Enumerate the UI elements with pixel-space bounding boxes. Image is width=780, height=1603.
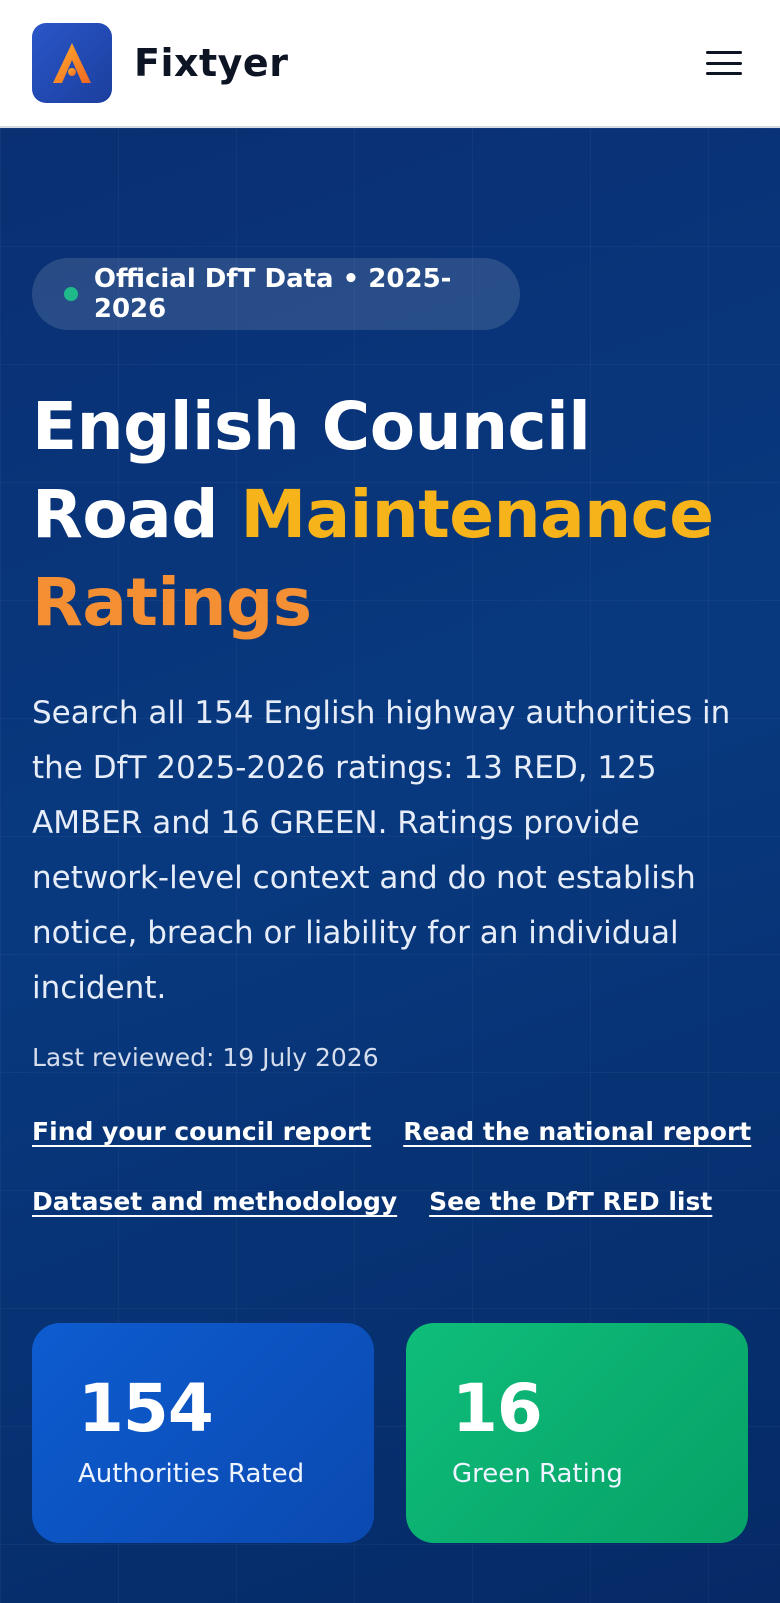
stat-value: 16 — [452, 1370, 543, 1447]
stat-value: 154 — [78, 1370, 214, 1447]
dft-red-list-link[interactable]: See the DfT RED list — [429, 1183, 712, 1221]
stat-label: Authorities Rated — [78, 1459, 305, 1489]
national-report-link[interactable]: Read the national report — [403, 1113, 751, 1151]
stats-cards: 154 Authorities Rated 16 Green Rating — [32, 1323, 748, 1543]
page-title: English Council Road Maintenance Ratings — [32, 383, 752, 647]
title-part-3: nance — [493, 476, 714, 553]
hero-description: Search all 154 English highway authoriti… — [32, 695, 731, 1006]
stat-card-green: 16 Green Rating — [406, 1323, 748, 1543]
hamburger-menu-icon[interactable] — [700, 43, 748, 83]
title-part-4: Ratings — [32, 564, 312, 641]
badge-label: Official DfT Data • 2025-2026 — [93, 264, 452, 324]
title-part-2: Mainte — [240, 476, 494, 553]
brand-name[interactable]: Fixtyer — [134, 41, 288, 85]
stat-label: Green Rating — [452, 1459, 623, 1489]
dataset-methodology-link[interactable]: Dataset and methodology — [32, 1183, 397, 1221]
stat-card-authorities: 154 Authorities Rated — [32, 1323, 374, 1543]
find-council-report-link[interactable]: Find your council report — [32, 1113, 371, 1151]
status-dot-icon — [64, 287, 78, 301]
fixtyer-logo-icon[interactable] — [32, 23, 112, 103]
last-reviewed: Last reviewed: 19 July 2026 — [32, 1043, 379, 1072]
brand[interactable]: Fixtyer — [32, 23, 288, 103]
hero-links: Find your council report Read the nation… — [32, 1113, 752, 1221]
hero-section: Official DfT Data • 2025-2026 English Co… — [0, 128, 780, 1603]
site-header: Fixtyer — [0, 0, 780, 128]
official-data-badge: Official DfT Data • 2025-2026 — [32, 258, 520, 330]
